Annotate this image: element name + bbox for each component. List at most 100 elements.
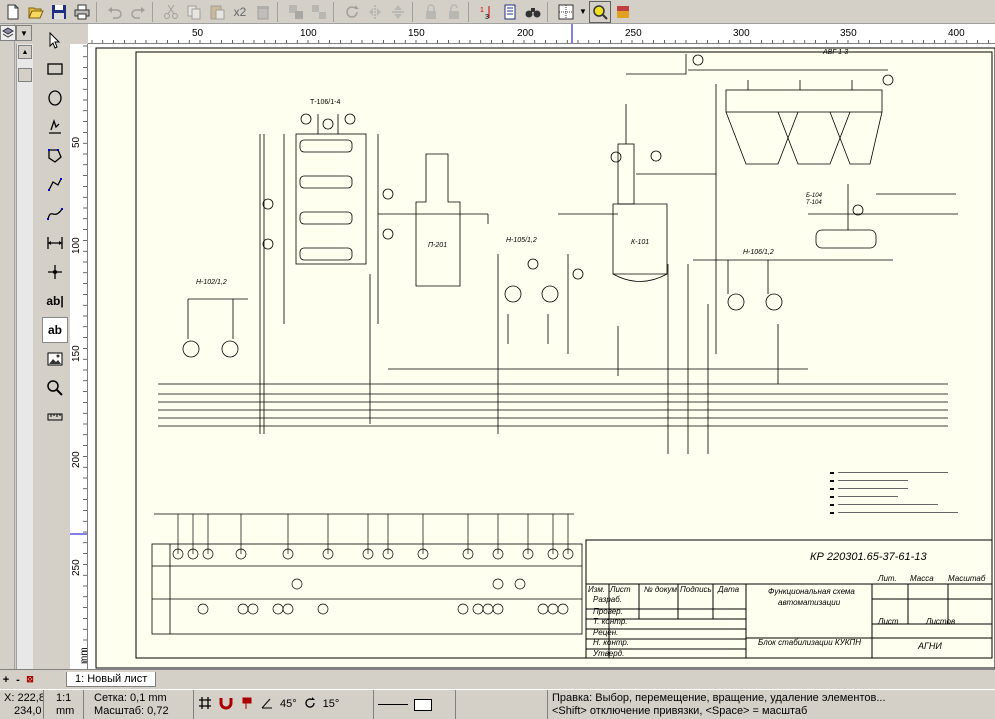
line-style-preview [374, 690, 456, 719]
grid-zoom-info: Сетка: 0,1 mm Масштаб: 0,72 [84, 690, 194, 719]
grid-toggle-button[interactable] [555, 1, 577, 23]
grid-snap-icon[interactable] [198, 696, 212, 714]
delete-button[interactable] [252, 1, 274, 23]
ruler-v-tick-label: 50 [71, 136, 82, 148]
rotate-snap-icon[interactable] [303, 696, 317, 714]
trash-icon [257, 5, 269, 19]
stamp-massa: Масса [910, 574, 934, 583]
zoom-tool[interactable] [42, 375, 68, 401]
group-button[interactable] [285, 1, 307, 23]
scroll-thumb[interactable] [18, 68, 32, 82]
open-button[interactable] [25, 1, 47, 23]
point-tool[interactable] [42, 259, 68, 285]
new-document-button[interactable] [2, 1, 24, 23]
page-setup-button[interactable] [499, 1, 521, 23]
polyline-tool[interactable] [42, 172, 68, 198]
polyline-icon [48, 178, 62, 191]
text-tool[interactable]: ab| [42, 288, 68, 314]
zoom-icon [593, 4, 608, 20]
find-button[interactable] [522, 1, 544, 23]
dimension-tool[interactable] [42, 230, 68, 256]
zoom-button[interactable] [589, 0, 611, 23]
new-file-icon [7, 4, 19, 19]
label-h102: Н-102/1,2 [196, 279, 227, 286]
redo-button[interactable] [127, 1, 149, 23]
rectangle-tool[interactable] [42, 56, 68, 82]
remove-sheet-button[interactable]: - [12, 674, 24, 686]
stamp-lit: Лит. [877, 574, 897, 583]
ruler-h-tick-label: 400 [948, 28, 965, 39]
print-button[interactable] [71, 1, 93, 23]
add-sheet-button[interactable]: + [0, 674, 12, 686]
polygon-tool[interactable] [42, 143, 68, 169]
angle-15[interactable]: 15° [323, 698, 340, 711]
chevron-down-icon[interactable]: ▼ [16, 25, 32, 41]
stamp-org: АГНИ [917, 641, 942, 651]
clipboard-icon [210, 5, 225, 19]
undo-button[interactable] [104, 1, 126, 23]
magnet-snap-icon[interactable] [218, 696, 234, 714]
select-tool[interactable] [42, 27, 68, 53]
polygon-icon [48, 149, 62, 163]
left-panel-scrollbar[interactable]: ▲ [16, 44, 33, 669]
drawing-canvas[interactable]: Т-106/1-4 П-201 Н-105/1,2 К-101 АВГ 1-3 … [88, 44, 995, 669]
angle-snap-icon[interactable] [260, 696, 274, 714]
cursor-coordinates: X: 222,8 234,0 [0, 690, 44, 719]
angle-45[interactable]: 45° [280, 698, 297, 711]
fill-style-sample[interactable] [414, 698, 432, 711]
grid-dropdown-arrow[interactable]: ▼ [578, 1, 588, 23]
redo-icon [131, 6, 145, 19]
curve-tool[interactable] [42, 201, 68, 227]
cut-button[interactable] [160, 1, 182, 23]
coord-y: 234,0 [14, 705, 42, 717]
stamp-masshtab: Масштаб [948, 574, 986, 583]
hint-line-1: Правка: Выбор, перемещение, вращение, уд… [552, 692, 886, 704]
copy-button[interactable] [183, 1, 205, 23]
vertical-ruler: 50 100 150 200 250 mm [70, 44, 88, 669]
schematic-sheet: Т-106/1-4 П-201 Н-105/1,2 К-101 АВГ 1-3 … [95, 47, 995, 669]
stamp-col-sign: Подпись [680, 585, 712, 594]
ruler-unit-label: mm [79, 647, 88, 664]
freehand-tool[interactable] [42, 114, 68, 140]
pin-snap-icon[interactable] [240, 696, 254, 714]
ruler-h-tick-label: 100 [300, 28, 317, 39]
printer-icon [74, 4, 90, 19]
mirror-button[interactable] [364, 1, 386, 23]
layer-selector[interactable]: ▼ [0, 25, 35, 43]
svg-text:1: 1 [480, 7, 484, 14]
toolbar-separator [96, 1, 102, 22]
stamp-col-date: Дата [717, 585, 740, 594]
text-frame-tool[interactable]: ab [42, 317, 68, 343]
grid-icon [558, 4, 574, 19]
rotate-button[interactable] [341, 1, 363, 23]
sheet-tab-bar: + - ⊠ 1: Новый лист [0, 669, 995, 689]
lock-icon [426, 3, 436, 19]
duplicate-button[interactable]: x2 [229, 1, 251, 23]
image-tool[interactable] [42, 346, 68, 372]
flip-button[interactable] [387, 1, 409, 23]
scroll-up-arrow[interactable]: ▲ [18, 45, 32, 59]
folder-open-icon [28, 7, 44, 18]
copy-icon [187, 5, 201, 19]
ellipse-tool[interactable] [42, 85, 68, 111]
ungroup-button[interactable] [308, 1, 330, 23]
ruler-v-tick-label: 150 [71, 345, 82, 362]
status-spacer [456, 690, 548, 719]
unlock-button[interactable] [443, 1, 465, 23]
lock-button[interactable] [420, 1, 442, 23]
stamp-subtitle: Блок стабилизации КУКПН [758, 638, 861, 647]
toolbar-separator [547, 1, 553, 22]
paste-button[interactable] [206, 1, 228, 23]
tab-sheet-1[interactable]: 1: Новый лист [66, 672, 157, 687]
mirror-icon [369, 4, 381, 19]
left-dock-panel [0, 24, 15, 669]
close-sheet-icon[interactable]: ⊠ [24, 674, 36, 685]
ruler-icon [47, 413, 63, 421]
save-button[interactable] [48, 1, 70, 23]
layers-button[interactable] [612, 1, 634, 23]
ruler-corner [70, 24, 88, 44]
measure-tool[interactable] [42, 404, 68, 430]
layers-icon [0, 25, 16, 41]
line-style-sample[interactable] [378, 704, 408, 705]
renumber-button[interactable]: 13 [476, 1, 498, 23]
